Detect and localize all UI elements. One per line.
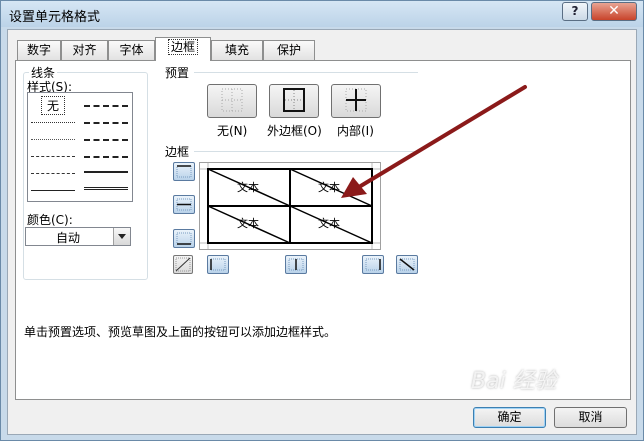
format-cells-dialog: 设置单元格格式 ? ✕ 数字 对齐 字体 边框 填充 保护 线条 样式(S): … — [0, 0, 644, 441]
watermark-logo: Bai 经验 — [471, 369, 557, 394]
tab-label: 边框 — [167, 39, 198, 55]
tab-border[interactable]: 边框 — [155, 37, 211, 61]
